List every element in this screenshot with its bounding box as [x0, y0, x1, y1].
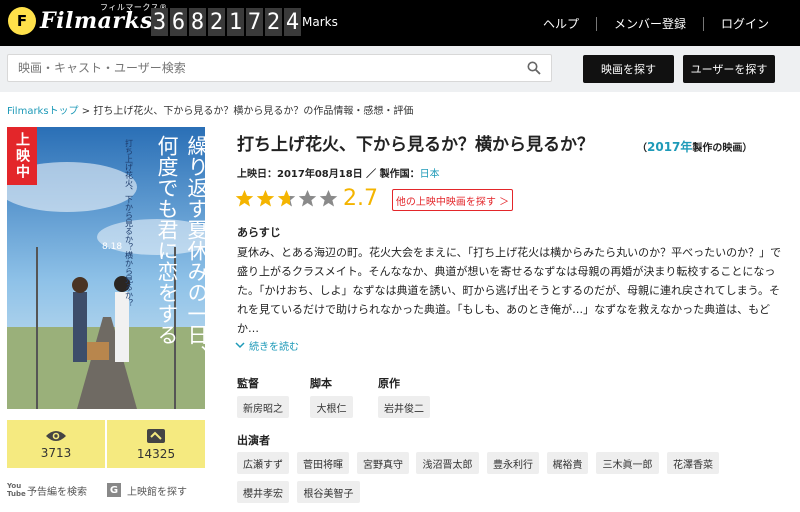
rating-stars — [235, 189, 338, 208]
star-icon — [277, 189, 296, 207]
read-more-link[interactable]: 続きを読む — [235, 338, 299, 353]
views-count: 3713 — [40, 445, 72, 460]
director-tag[interactable]: 新房昭之 — [237, 396, 289, 418]
country-link[interactable]: 日本 — [420, 169, 440, 180]
search-input[interactable] — [8, 55, 508, 81]
find-movie-button[interactable]: 映画を探す — [583, 55, 674, 83]
cast-tag[interactable]: 菅田将暉 — [297, 452, 349, 474]
synopsis-heading: あらすじ — [237, 226, 281, 239]
nav-login[interactable]: ログイン — [704, 15, 786, 32]
cast-tag[interactable]: 花澤香菜 — [667, 452, 719, 474]
star-icon — [298, 189, 317, 207]
year-link[interactable]: 2017年 — [647, 140, 692, 154]
poster-vertical-title-2: 何度でも君に恋をする — [155, 135, 179, 345]
writer-label: 脚本 — [310, 377, 332, 390]
trailer-search-link[interactable]: You Tube 予告編を検索 — [7, 482, 107, 498]
poster-links: You Tube 予告編を検索 G 上映館を探す — [7, 482, 205, 498]
cast-tag[interactable]: 三木眞一郎 — [596, 452, 659, 474]
trailer-search-label: 予告編を検索 — [27, 486, 87, 498]
logo-mark-icon: F — [8, 7, 36, 35]
star-icon — [256, 189, 275, 207]
poster-date: 8.18 — [102, 242, 122, 252]
read-more-label: 続きを読む — [249, 342, 299, 353]
logo-text: Filmarks フィルマークス® — [40, 3, 168, 34]
release-meta: 上映日：2017年08月18日 ／ 製作国：日本 — [237, 165, 440, 180]
find-theater-label: 上映館を探す — [127, 486, 187, 498]
eye-icon — [46, 430, 66, 441]
cast-tag[interactable]: 宮野真守 — [357, 452, 409, 474]
counter-digit: 2 — [265, 8, 282, 36]
original-tag[interactable]: 岩井俊二 — [378, 396, 430, 418]
counter-digit: 2 — [208, 8, 225, 36]
counter-digit: 4 — [284, 8, 301, 36]
marks-label: Marks — [302, 15, 338, 29]
cast-label: 出演者 — [237, 434, 270, 447]
breadcrumb-home[interactable]: Filmarksトップ — [7, 106, 79, 117]
nav-register[interactable]: メンバー登録 — [597, 15, 703, 32]
cast-tag[interactable]: 豊永利行 — [487, 452, 539, 474]
cast-tag[interactable]: 広瀬すず — [237, 452, 289, 474]
movie-title: 打ち上げ花火、下から見るか？横から見るか？ — [237, 135, 594, 155]
find-theater-link[interactable]: G 上映館を探す — [107, 482, 187, 498]
filmarks-logo[interactable]: F Filmarks フィルマークス® — [8, 3, 168, 35]
search-bar: 映画を探す ユーザーを探す — [0, 46, 800, 92]
counter-digit: 7 — [246, 8, 263, 36]
other-showing-button[interactable]: 他の上映中映画を探す ＞ — [392, 189, 513, 211]
clip-icon — [147, 428, 165, 443]
original-label: 原作 — [378, 377, 400, 390]
synopsis-text: 夏休み、とある海辺の町。花火大会をまえに、「打ち上げ花火は横からみたら丸いのか？… — [237, 246, 782, 335]
theater-g-icon: G — [107, 483, 121, 497]
counter-digit: 1 — [227, 8, 244, 36]
chevron-down-icon — [235, 342, 245, 349]
cast-tag[interactable]: 櫻井孝宏 — [237, 481, 289, 503]
counter-digit: 3 — [151, 8, 168, 36]
writer-tag[interactable]: 大根仁 — [310, 396, 353, 418]
release-info: 上映日：2017年08月18日 ／ 製作国： — [237, 169, 420, 180]
production-year: （2017年製作の映画） — [637, 140, 753, 154]
cast-tag[interactable]: 梶裕貴 — [547, 452, 588, 474]
youtube-icon: You Tube — [7, 482, 26, 498]
breadcrumb-current: 打ち上げ花火、下から見るか？横から見るか？の作品情報・感想・評価 — [93, 106, 414, 117]
cast-tag[interactable]: 浅沼晋太郎 — [416, 452, 479, 474]
director-label: 監督 — [237, 377, 259, 390]
counter-digit: 8 — [189, 8, 206, 36]
now-showing-badge: 上映中 — [7, 127, 37, 185]
star-icon — [235, 189, 254, 207]
views-stat[interactable]: 3713 — [7, 420, 105, 468]
cast-tag[interactable]: 根谷美智子 — [297, 481, 360, 503]
clips-stat[interactable]: 14325 — [107, 420, 205, 468]
counter-digit: 6 — [170, 8, 187, 36]
top-header: F Filmarks フィルマークス® 36821724 Marks ヘルプ メ… — [0, 0, 800, 46]
star-icon — [319, 189, 338, 207]
breadcrumb-separator: > — [81, 106, 91, 117]
rating-score: 2.7 — [343, 186, 378, 211]
find-user-button[interactable]: ユーザーを探す — [683, 55, 775, 83]
header-nav: ヘルプ メンバー登録 ログイン — [526, 15, 786, 32]
marks-counter: 36821724 — [151, 8, 301, 36]
search-icon[interactable] — [527, 61, 541, 75]
clips-count: 14325 — [136, 446, 176, 461]
stat-boxes: 3713 14325 — [7, 420, 205, 468]
search-box — [7, 54, 552, 82]
poster-small-title: 打ち上げ花火、下から見るか？横から見るか？ — [125, 138, 134, 307]
nav-help[interactable]: ヘルプ — [526, 15, 596, 32]
breadcrumb: Filmarksトップ > 打ち上げ花火、下から見るか？横から見るか？の作品情報… — [7, 102, 413, 117]
poster-vertical-title: 繰り返す夏休みの一日、 — [185, 135, 205, 366]
